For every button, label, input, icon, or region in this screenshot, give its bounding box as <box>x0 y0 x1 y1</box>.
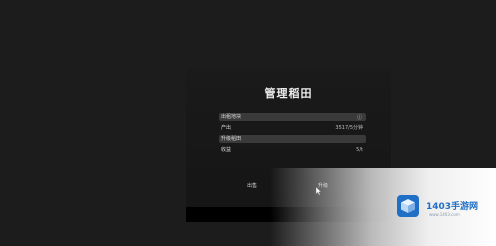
income-value: 5/t <box>356 147 363 153</box>
output-label: 产出 <box>221 125 232 131</box>
income-label: 收益 <box>221 147 232 153</box>
cube-logo-icon <box>397 195 419 217</box>
sell-button[interactable]: 出售 <box>247 182 257 189</box>
rent-plot-row[interactable]: 出租地块 ⓘ <box>219 113 366 121</box>
rent-plot-label: 出租地块 <box>221 114 242 120</box>
watermark-site-name: 1403手游网 <box>426 202 479 212</box>
output-value: 3517/5分钟 <box>335 125 363 131</box>
upgrade-paddy-row[interactable]: 升级稻田 <box>219 135 366 143</box>
output-row: 产出 3517/5分钟 <box>219 124 366 132</box>
site-watermark: 1403手游网 www.1403.com <box>394 177 494 225</box>
info-icon[interactable]: ⓘ <box>357 114 362 122</box>
income-row: 收益 5/t <box>219 146 366 154</box>
upgrade-paddy-label: 升级稻田 <box>221 136 242 142</box>
dialog-title: 管理稻田 <box>264 87 313 100</box>
watermark-url: www.1403.com <box>429 212 460 217</box>
